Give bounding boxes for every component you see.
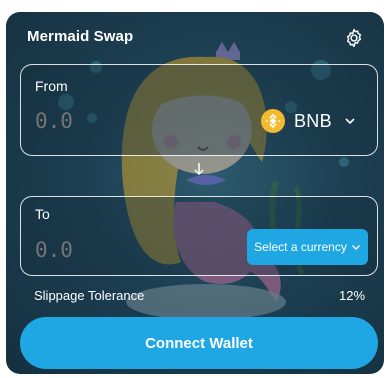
slippage-value: 12% [339, 288, 366, 303]
slippage-label: Slippage Tolerance [34, 288, 145, 303]
connect-wallet-button[interactable]: Connect Wallet [20, 317, 378, 369]
select-currency-button[interactable]: Select a currency [247, 229, 368, 265]
to-label: To [35, 206, 50, 222]
chevron-down-icon [351, 245, 360, 250]
chevron-down-icon [345, 118, 355, 125]
from-label: From [35, 78, 68, 94]
from-token-symbol: BNB [294, 110, 332, 131]
from-token-selector[interactable]: BNB [261, 107, 356, 135]
bnb-icon [261, 109, 285, 133]
to-amount-input[interactable] [35, 238, 185, 262]
gear-icon[interactable] [343, 27, 365, 49]
from-amount-input[interactable] [35, 109, 185, 133]
select-currency-label: Select a currency [254, 240, 347, 254]
arrow-down-icon[interactable] [192, 162, 206, 176]
to-panel: To Select a currency [20, 196, 378, 276]
swap-card: Mermaid Swap From BNB [6, 12, 384, 374]
from-panel: From BNB [20, 64, 378, 156]
app-title: Mermaid Swap [27, 28, 134, 45]
